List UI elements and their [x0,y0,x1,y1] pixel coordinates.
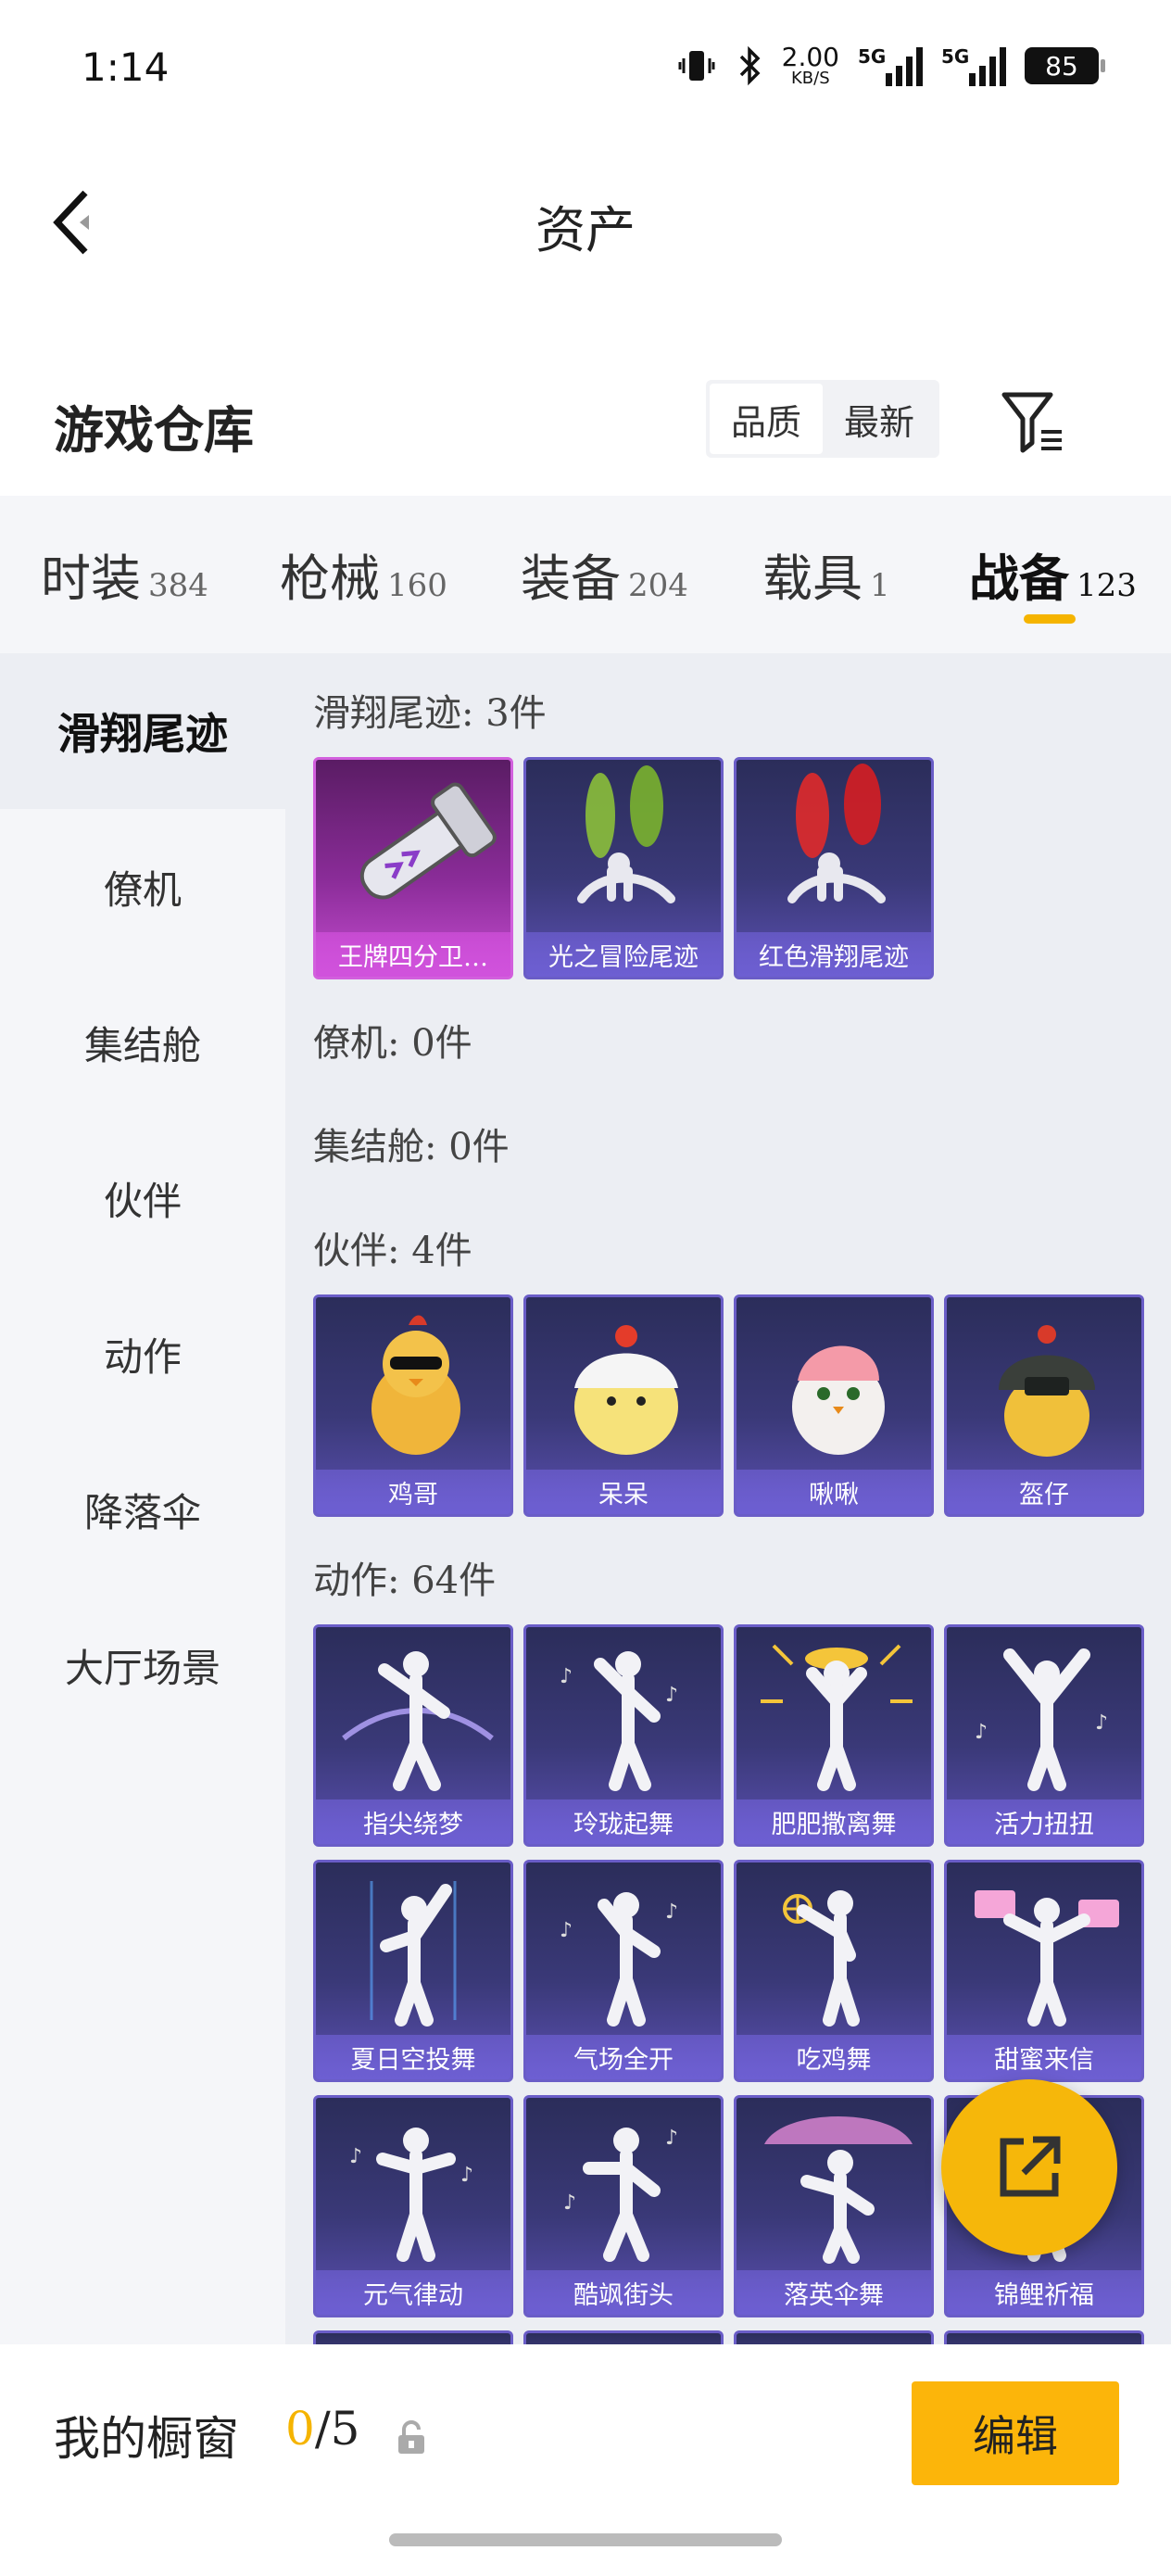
item-card[interactable]: ♪ ♪ 玲珑起舞 [523,1624,724,1847]
sidebar-item-lobby-scene[interactable]: 大厅场景 [0,1587,285,1743]
signal-5g-2-icon: 5G [941,45,1006,86]
svg-text:♪: ♪ [560,1665,573,1688]
lock-icon [398,2420,424,2454]
dancer-icon [761,1644,913,1791]
sidebar-item-emote[interactable]: 动作 [0,1276,285,1432]
dancer-icon [783,1890,860,2027]
green-smoke-trail-icon [577,765,675,903]
item-card[interactable]: 吃鸡舞 [734,1860,934,2082]
item-card[interactable]: 王牌四分卫… [313,757,513,979]
sort-toggle: 品质 最新 [706,380,939,458]
dancer-icon: ♪♪ [349,2128,473,2262]
category-heading: 动作: 64件 [313,1559,497,1602]
category-tabs: 时装 384 枪械 160 装备 204 载具 1 战备 123 [0,496,1171,653]
tab-equipment[interactable]: 装备 204 [521,537,688,611]
item-card[interactable]: 盔仔 [944,1294,1144,1517]
tab-fashion[interactable]: 时装 384 [41,537,208,611]
dancer-icon: ♪♪ [563,2127,678,2262]
tab-battle-prep[interactable]: 战备 123 [969,537,1137,611]
item-card[interactable]: 鸡哥 [313,1294,513,1517]
showcase-label: 我的橱窗 [54,2412,239,2466]
active-tab-indicator [1024,614,1076,624]
sidebar: 滑翔尾迹 僚机 集结舱 伙伴 动作 降落伞 大厅场景 [0,653,285,2344]
item-card[interactable]: 落英伞舞 [734,2095,934,2317]
sidebar-item-wingman[interactable]: 僚机 [0,809,285,965]
status-icons: 2.00 KB/S 5G 5G 85 [676,42,1105,88]
tab-vehicles[interactable]: 载具 1 [762,537,890,611]
sort-newest-button[interactable]: 最新 [823,384,936,454]
svg-text:♪: ♪ [665,1684,678,1707]
parachute-dancer-icon [764,2116,913,2264]
share-icon [1000,2136,1061,2197]
category-heading: 僚机: 0件 [313,1022,472,1065]
item-card[interactable]: ♪ ♪ 活力扭扭 [944,1624,1144,1847]
item-card[interactable]: 肥肥撒离舞 [734,1624,934,1847]
item-card[interactable]: ♪ ♪ 元气律动 [313,2095,513,2317]
item-card[interactable]: 红色滑翔尾迹 [734,757,934,979]
signal-5g-icon: 5G [858,45,923,86]
dancer-icon [975,1890,1119,2027]
chick-buddy-icon [574,1325,678,1455]
sidebar-item-parachute[interactable]: 降落伞 [0,1432,285,1587]
sidebar-item-pod[interactable]: 集结舱 [0,965,285,1120]
home-indicator[interactable] [389,2533,782,2546]
item-card[interactable]: 夏日空投舞 [313,1860,513,2082]
vibrate-icon [678,51,715,81]
dancer-icon: ♪♪ [560,1892,678,2027]
item-card[interactable]: 甜蜜来信 [944,1860,1144,2082]
battery-icon: 85 [1025,47,1105,84]
dancer-icon: ♪♪ [975,1648,1108,1791]
net-speed: 2.00 KB/S [781,42,839,88]
item-card[interactable]: ♪ ♪ 气场全开 [523,1860,724,2082]
item-card[interactable]: ♪ ♪ 酷飒街头 [523,2095,724,2317]
dancer-icon [342,1651,494,1791]
svg-text:♪: ♪ [560,1919,573,1942]
category-heading: 滑翔尾迹: 3件 [313,692,547,735]
pink-bird-buddy-icon [792,1345,885,1455]
status-bar: 1:14 2.00 KB/S 5G 5G 85 [0,0,1171,139]
item-card[interactable]: 啾啾 [734,1294,934,1517]
dancer-icon: ♪♪ [560,1651,678,1791]
helmet-chick-buddy-icon [999,1325,1095,1457]
svg-text:♪: ♪ [975,1721,988,1744]
nav-header: 资产 [0,139,1171,306]
svg-text:♪: ♪ [665,1900,678,1924]
category-heading: 集结舱: 0件 [313,1126,510,1168]
red-smoke-trail-icon [787,764,886,903]
sidebar-item-glide-trail[interactable]: 滑翔尾迹 [0,653,285,809]
tab-guns[interactable]: 枪械 160 [280,537,447,611]
svg-text:♪: ♪ [349,2145,362,2168]
bluetooth-icon [739,45,761,86]
showcase-count: 0/5 [285,2402,360,2456]
svg-text:♪: ♪ [1095,1711,1108,1735]
bottom-bar: 我的橱窗 0/5 编辑 [0,2344,1171,2576]
filter-icon[interactable] [999,387,1067,456]
share-button[interactable] [941,2079,1117,2255]
item-card[interactable]: 呆呆 [523,1294,724,1517]
item-card[interactable]: 指尖绕梦 [313,1624,513,1847]
svg-text:♪: ♪ [563,2191,576,2215]
sort-quality-button[interactable]: 品质 [710,384,823,454]
edit-button[interactable]: 编辑 [912,2381,1119,2485]
dancer-icon [370,1881,457,2027]
section-title: 游戏仓库 [54,400,254,460]
svg-text:♪: ♪ [460,2164,473,2187]
status-time: 1:14 [82,44,170,90]
hoverboard-icon [359,782,497,900]
chicken-buddy-icon [371,1315,460,1455]
category-heading: 伙伴: 4件 [313,1230,472,1272]
sidebar-item-buddy[interactable]: 伙伴 [0,1120,285,1276]
section-bar: 游戏仓库 品质 最新 [0,361,1171,491]
item-card[interactable]: 光之冒险尾迹 [523,757,724,979]
page-title: 资产 [535,201,636,259]
svg-text:♪: ♪ [665,2127,678,2150]
